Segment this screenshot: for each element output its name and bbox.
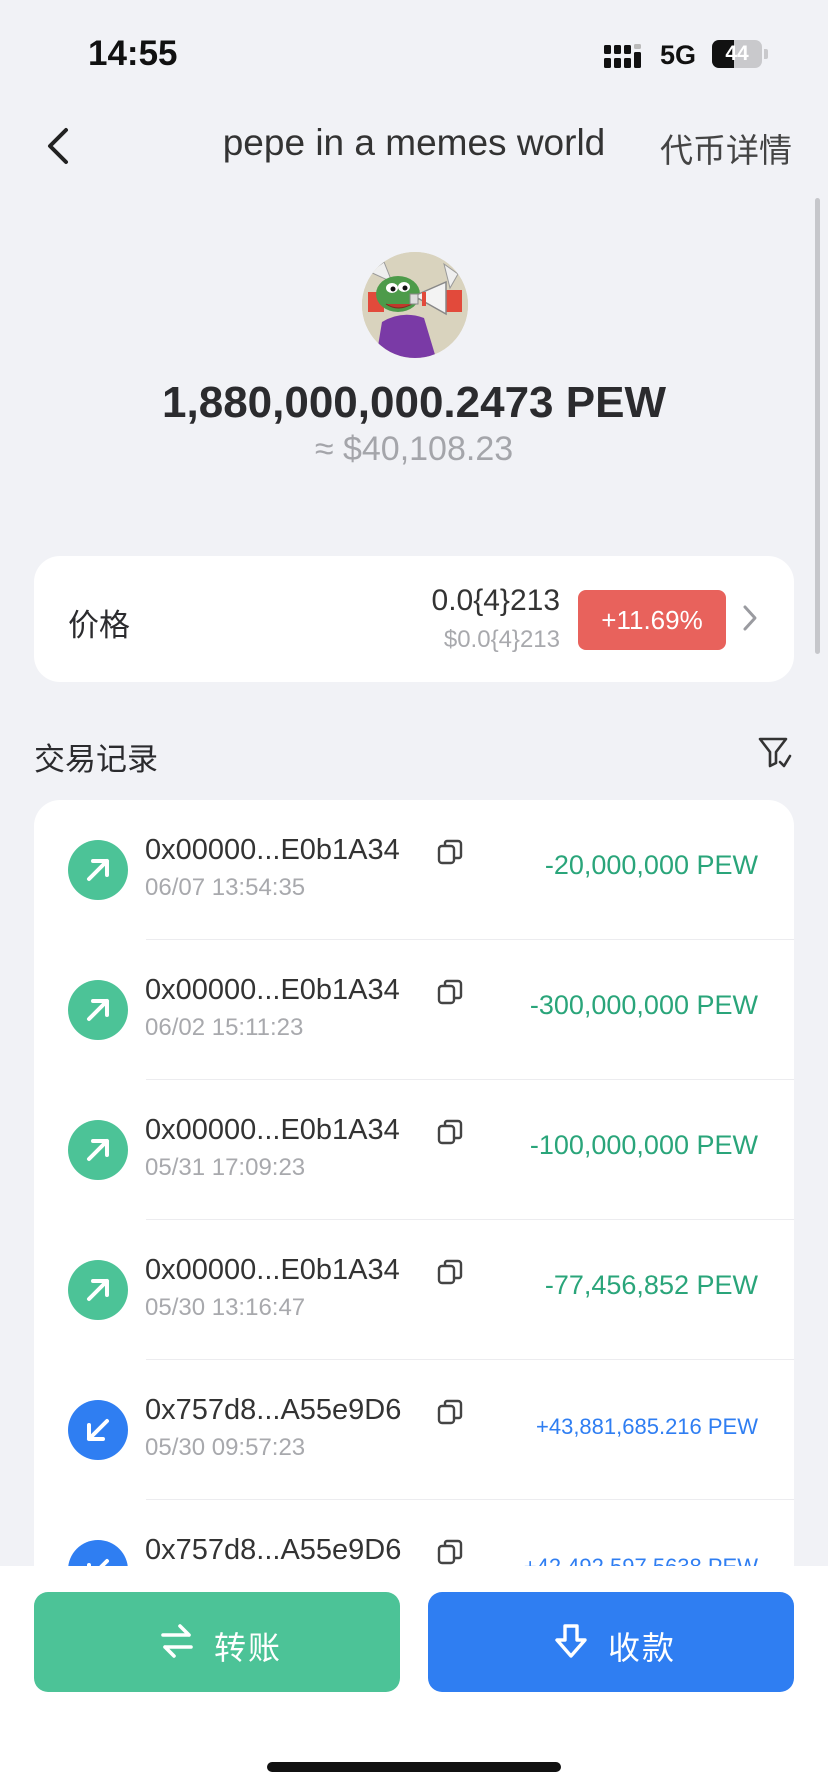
incoming-arrow-icon <box>68 1400 128 1460</box>
outgoing-arrow-icon <box>68 1120 128 1180</box>
token-avatar <box>362 252 468 358</box>
back-button[interactable] <box>40 124 80 168</box>
copy-icon[interactable] <box>436 1538 464 1566</box>
transaction-address: 0x00000...E0b1A34 <box>145 1254 400 1286</box>
token-fiat-value: ≈ $40,108.23 <box>314 430 514 468</box>
transactions-title: 交易记录 <box>34 742 158 777</box>
token-details-link[interactable]: 代币详情 <box>660 124 792 172</box>
transfer-label: 转账 <box>214 1630 283 1666</box>
home-indicator <box>267 1762 561 1772</box>
status-time: 14:55 <box>88 34 178 73</box>
outgoing-arrow-icon <box>68 980 128 1040</box>
chevron-left-icon <box>48 128 68 164</box>
download-arrow-icon <box>555 1624 587 1658</box>
transaction-time: 06/02 15:11:23 <box>145 1014 304 1041</box>
network-type: 5G <box>660 40 697 70</box>
outgoing-arrow-icon <box>68 840 128 900</box>
copy-icon[interactable] <box>436 978 464 1006</box>
price-value: 0.0{4}213 <box>431 584 560 617</box>
transaction-time: 06/07 13:54:35 <box>145 874 306 901</box>
outgoing-arrow-icon <box>68 1260 128 1320</box>
transaction-row[interactable]: 0x00000...E0b1A34 06/07 13:54:35 -20,000… <box>34 800 794 940</box>
chevron-right-icon <box>743 605 757 631</box>
transaction-row[interactable]: 0x00000...E0b1A34 06/02 15:11:23 -300,00… <box>34 940 794 1080</box>
transaction-address: 0x757d8...A55e9D6 <box>145 1394 402 1426</box>
price-change-badge: +11.69% <box>578 590 726 650</box>
transaction-amount: -77,456,852 PEW <box>544 1270 758 1300</box>
bottom-action-bar: 转账 收款 <box>0 1566 828 1792</box>
page-title: pepe in a memes world <box>222 122 606 163</box>
copy-icon[interactable] <box>436 838 464 866</box>
transaction-amount: -100,000,000 PEW <box>529 1130 758 1160</box>
transaction-address: 0x00000...E0b1A34 <box>145 974 400 1006</box>
price-usd-value: $0.0{4}213 <box>443 626 560 653</box>
filter-button[interactable] <box>756 734 792 770</box>
battery-level: 44 <box>725 42 749 65</box>
transaction-time: 05/30 13:16:47 <box>145 1294 306 1321</box>
transaction-row[interactable]: 0x757d8...A55e9D6 05/30 09:57:23 +43,881… <box>34 1360 794 1500</box>
transfer-button[interactable]: 转账 <box>34 1592 400 1692</box>
transaction-time: 05/31 17:09:23 <box>145 1154 306 1181</box>
transaction-time: 05/30 09:57:23 <box>145 1434 306 1461</box>
filter-icon <box>758 737 792 768</box>
copy-icon[interactable] <box>436 1398 464 1426</box>
transaction-address: 0x757d8...A55e9D6 <box>145 1534 402 1566</box>
receive-label: 收款 <box>608 1630 677 1666</box>
transaction-amount: +43,881,685.216 PEW <box>536 1414 758 1439</box>
status-bar: 14:55 5G 44 <box>0 0 828 100</box>
transaction-address: 0x00000...E0b1A34 <box>145 834 400 866</box>
transaction-address: 0x00000...E0b1A34 <box>145 1114 400 1146</box>
cellular-signal-icon <box>604 44 641 68</box>
battery-icon: 44 <box>712 40 762 68</box>
copy-icon[interactable] <box>436 1118 464 1146</box>
transaction-row[interactable]: 0x00000...E0b1A34 05/30 13:16:47 -77,456… <box>34 1220 794 1360</box>
copy-icon[interactable] <box>436 1258 464 1286</box>
price-label: 价格 <box>68 608 130 643</box>
transaction-row[interactable]: 0x00000...E0b1A34 05/31 17:09:23 -100,00… <box>34 1080 794 1220</box>
transaction-amount: -300,000,000 PEW <box>529 990 758 1020</box>
token-balance: 1,880,000,000.2473 PEW <box>162 378 666 427</box>
battery-nub <box>764 49 768 59</box>
receive-button[interactable]: 收款 <box>428 1592 794 1692</box>
price-card[interactable]: 价格 0.0{4}213 $0.0{4}213 +11.69% <box>34 556 794 682</box>
transaction-amount: -20,000,000 PEW <box>544 850 758 880</box>
swap-arrows-icon <box>161 1624 193 1658</box>
